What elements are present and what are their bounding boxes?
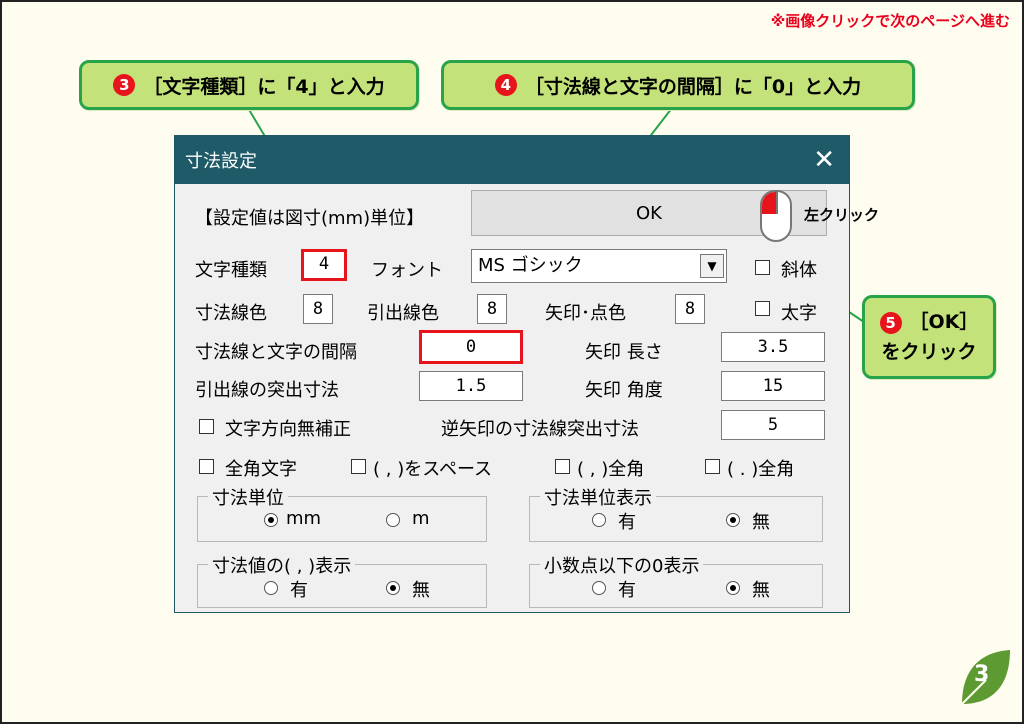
arrow-length-field[interactable]: 3.5 xyxy=(721,332,825,362)
chevron-down-icon[interactable]: ▼ xyxy=(700,254,724,278)
char-type-field[interactable]: 4 xyxy=(301,249,347,281)
step5-text-line2: をクリック xyxy=(881,341,977,363)
callout-step5: 5 ［OK］ をクリック xyxy=(862,295,996,379)
no-dir-fix-label: 文字方向無補正 xyxy=(225,419,351,440)
radio-unit-mm[interactable] xyxy=(264,513,278,527)
radio-unit-display-yes[interactable] xyxy=(592,513,606,527)
comma-space-checkbox[interactable] xyxy=(351,459,366,474)
rev-arrow-label: 逆矢印の寸法線突出寸法 xyxy=(441,419,639,440)
close-icon[interactable]: ✕ xyxy=(813,147,835,173)
arrow-color-label: 矢印･点色 xyxy=(545,303,626,324)
dialog-title: 寸法設定 xyxy=(185,151,257,172)
dim-line-color-field[interactable]: 8 xyxy=(303,294,333,324)
radio-zero-no[interactable] xyxy=(726,581,740,595)
callout-step3: 3 ［文字種類］に「4」と入力 xyxy=(79,60,419,110)
page-number: 3 xyxy=(974,662,990,687)
bold-checkbox[interactable] xyxy=(755,301,770,316)
step3-number: 3 xyxy=(113,74,136,96)
group-dim-unit-title: 寸法単位 xyxy=(208,484,288,510)
radio-unit-m[interactable] xyxy=(386,513,400,527)
leader-color-label: 引出線色 xyxy=(367,303,439,324)
arrow-color-field[interactable]: 8 xyxy=(675,294,705,324)
gap-field[interactable]: 0 xyxy=(419,330,523,364)
no-dir-fix-checkbox[interactable] xyxy=(199,419,214,434)
arrow-length-label: 矢印 長さ xyxy=(585,342,663,363)
arrow-angle-label: 矢印 角度 xyxy=(585,380,663,401)
font-select[interactable]: MS ゴシック ▼ xyxy=(471,249,727,283)
radio-unit-display-yes-label: 有 xyxy=(618,512,636,533)
radio-unit-display-no-label: 無 xyxy=(752,512,770,533)
mouse-left-click-icon xyxy=(760,190,792,242)
step4-text: ［寸法線と文字の間隔］に「0」と入力 xyxy=(524,75,862,98)
comma-space-label: ( , )をスペース xyxy=(373,459,493,480)
step4-number: 4 xyxy=(494,74,517,96)
radio-comma-no-label: 無 xyxy=(412,580,430,601)
font-select-value: MS ゴシック xyxy=(478,255,583,276)
step5-text-line1: ［OK］ xyxy=(909,311,979,333)
radio-unit-m-label: m xyxy=(412,508,430,529)
fullwidth-checkbox[interactable] xyxy=(199,459,214,474)
dot-full-label: ( . )全角 xyxy=(727,459,795,480)
char-type-label: 文字種類 xyxy=(195,260,267,281)
radio-comma-yes[interactable] xyxy=(264,581,278,595)
gap-label: 寸法線と文字の間隔 xyxy=(195,342,357,363)
dot-full-checkbox[interactable] xyxy=(705,459,720,474)
radio-unit-display-no[interactable] xyxy=(726,513,740,527)
comma-full-checkbox[interactable] xyxy=(555,459,570,474)
dialog-titlebar: 寸法設定 ✕ xyxy=(175,136,849,184)
dimension-settings-dialog: 寸法設定 ✕ 【設定値は図寸(mm)単位】 OK 文字種類 4 フォント MS … xyxy=(174,135,850,613)
group-unit-display-title: 寸法単位表示 xyxy=(540,484,656,510)
comma-full-label: ( , )全角 xyxy=(577,459,645,480)
leader-protrude-label: 引出線の突出寸法 xyxy=(195,380,339,401)
group-comma-display-title: 寸法値の( , )表示 xyxy=(208,552,356,578)
step3-text: ［文字種類］に「4」と入力 xyxy=(143,75,385,98)
callout-step4: 4 ［寸法線と文字の間隔］に「0」と入力 xyxy=(441,60,915,110)
next-page-note[interactable]: ※画像クリックで次のページへ進む xyxy=(771,10,1010,31)
radio-comma-no[interactable] xyxy=(386,581,400,595)
unit-note: 【設定値は図寸(mm)単位】 xyxy=(195,208,425,229)
font-label: フォント xyxy=(371,260,443,281)
fullwidth-label: 全角文字 xyxy=(225,459,297,480)
radio-zero-yes[interactable] xyxy=(592,581,606,595)
dim-line-color-label: 寸法線色 xyxy=(195,303,267,324)
radio-unit-mm-label: mm xyxy=(286,508,322,529)
radio-comma-yes-label: 有 xyxy=(290,580,308,601)
group-comma-display: 寸法値の( , )表示 有 無 xyxy=(197,552,487,608)
leader-protrude-field[interactable]: 1.5 xyxy=(419,371,523,401)
italic-label: 斜体 xyxy=(781,260,817,281)
group-zero-display: 小数点以下の0表示 有 無 xyxy=(529,552,823,608)
leader-color-field[interactable]: 8 xyxy=(477,294,507,324)
bold-label: 太字 xyxy=(781,303,817,324)
arrow-angle-field[interactable]: 15 xyxy=(721,371,825,401)
page-number-badge: 3 xyxy=(956,648,1012,706)
group-dim-unit: 寸法単位 mm m xyxy=(197,484,487,542)
rev-arrow-field[interactable]: 5 xyxy=(721,410,825,440)
step5-number: 5 xyxy=(879,312,902,334)
left-click-label: 左クリック xyxy=(804,206,880,224)
radio-zero-yes-label: 有 xyxy=(618,580,636,601)
radio-zero-no-label: 無 xyxy=(752,580,770,601)
group-zero-display-title: 小数点以下の0表示 xyxy=(540,552,704,578)
italic-checkbox[interactable] xyxy=(755,260,770,275)
group-unit-display: 寸法単位表示 有 無 xyxy=(529,484,823,542)
